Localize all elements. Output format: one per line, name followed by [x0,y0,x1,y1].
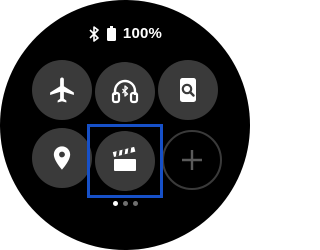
bluetooth-icon [89,25,99,42]
battery-percent: 100% [122,25,163,42]
phone-search-icon [180,78,196,102]
page-indicator [0,201,250,206]
location-pin-icon [53,146,71,170]
headphones-bluetooth-icon [111,79,139,104]
airplane-icon [50,77,74,103]
focus-highlight [87,124,163,198]
tile-bluetooth-earbuds[interactable] [95,62,155,122]
watch-screen: 100% [0,0,250,250]
tile-location[interactable] [32,128,92,188]
plus-icon [182,150,202,170]
tile-find-my-phone[interactable] [158,60,218,120]
page-dot-1[interactable] [112,201,118,206]
tile-add[interactable] [162,130,222,190]
battery-full-icon [106,26,116,41]
tile-airplane-mode[interactable] [32,60,92,120]
page-dot-3[interactable] [132,201,138,206]
page-dot-2[interactable] [122,201,128,206]
status-bar: 100% [0,25,250,42]
